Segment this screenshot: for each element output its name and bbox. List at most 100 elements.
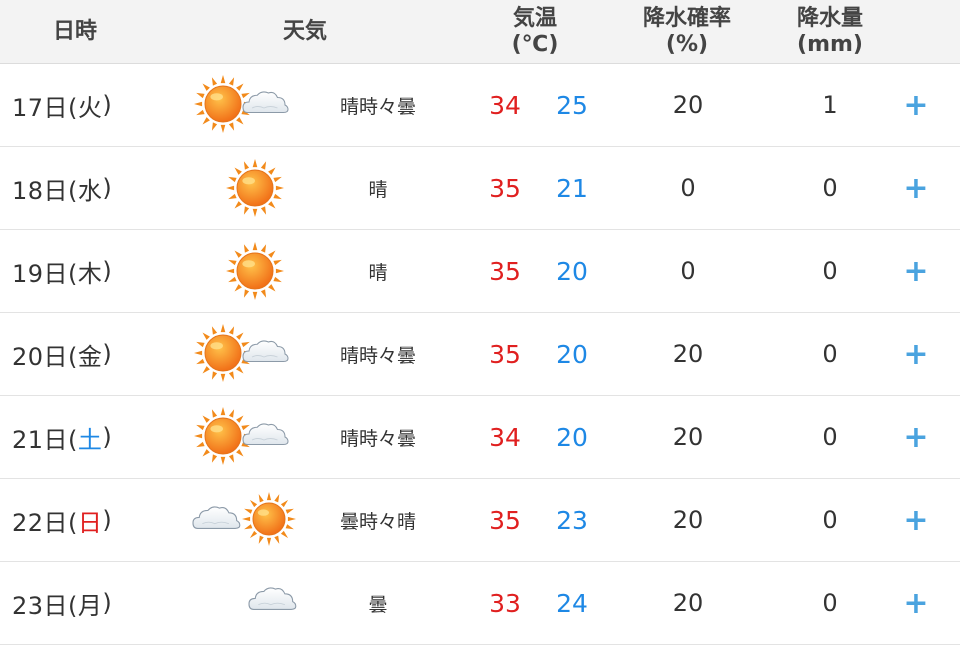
row-date: 19日(木): [12, 230, 112, 312]
max-temp: 34: [489, 90, 521, 120]
date-weekday: 金: [77, 342, 103, 371]
temperature: 35 20: [470, 230, 620, 312]
precip-probability: 20: [672, 589, 704, 617]
min-temp: 20: [556, 339, 588, 369]
weather-text: 晴時々曇: [339, 427, 416, 450]
max-temp: 35: [489, 339, 521, 369]
max-temp: 35: [489, 256, 521, 286]
temperature: 35 20: [470, 313, 620, 395]
header-date: 日時: [20, 0, 130, 63]
weather-text: 曇時々晴: [339, 510, 416, 533]
expand-plus-icon[interactable]: +: [896, 64, 936, 146]
header-temperature: 気温 (℃): [470, 0, 600, 63]
expand-plus-icon[interactable]: +: [896, 396, 936, 478]
min-temp: 20: [556, 422, 588, 452]
table-row[interactable]: 21日(土) 晴時々曇 34 20 20 0 +: [0, 396, 960, 479]
table-row[interactable]: 22日(日) 曇時々晴 35 23 20 0 +: [0, 479, 960, 562]
table-row[interactable]: 23日(月) 曇 33 24 20 0 +: [0, 562, 960, 645]
weather-text: 晴時々曇: [339, 95, 416, 118]
date-day: 18日(: [12, 176, 78, 205]
weather-text: 晴: [368, 261, 388, 284]
temperature: 35 23: [470, 479, 620, 561]
max-temp: 34: [489, 422, 521, 452]
precip-amount: 0: [822, 174, 838, 202]
precip-probability: 20: [672, 423, 704, 451]
date-close: ): [102, 174, 113, 202]
sun-icon: [185, 230, 325, 312]
precip-amount: 0: [822, 506, 838, 534]
header-amount-label: 降水量: [796, 5, 863, 31]
max-temp: 33: [489, 588, 521, 618]
temperature: 34 20: [470, 396, 620, 478]
expand-plus-icon[interactable]: +: [896, 230, 936, 312]
sun-cloud-icon: [185, 396, 325, 478]
precip-amount: 0: [822, 423, 838, 451]
precip-probability: 0: [680, 257, 696, 285]
temperature: 35 21: [470, 147, 620, 229]
date-close: ): [102, 423, 113, 451]
precip-probability: 20: [672, 506, 704, 534]
header-temp-unit: (℃): [511, 31, 559, 57]
min-temp: 23: [556, 505, 588, 535]
expand-plus-icon[interactable]: +: [896, 562, 936, 644]
weather-text: 晴時々曇: [339, 344, 416, 367]
sun-cloud-icon: [185, 64, 325, 146]
date-day: 21日(: [12, 425, 78, 454]
min-temp: 21: [556, 173, 588, 203]
date-day: 19日(: [12, 259, 78, 288]
table-row[interactable]: 18日(水) 晴 35 21 0 0 +: [0, 147, 960, 230]
date-close: ): [102, 340, 113, 368]
header-weather: 天気: [240, 0, 370, 63]
header-precip-prob: 降水確率 (%): [612, 0, 762, 63]
date-close: ): [102, 589, 113, 617]
precip-amount: 0: [822, 257, 838, 285]
header-amount-unit: (mm): [797, 31, 863, 57]
precip-amount: 0: [822, 589, 838, 617]
header-weather-label: 天気: [282, 18, 327, 44]
date-weekday: 火: [77, 93, 103, 122]
date-weekday: 土: [77, 425, 103, 454]
date-day: 22日(: [12, 508, 78, 537]
expand-plus-icon[interactable]: +: [896, 479, 936, 561]
date-weekday: 月: [77, 591, 103, 620]
precip-amount: 1: [822, 91, 838, 119]
table-row[interactable]: 19日(木) 晴 35 20 0 0 +: [0, 230, 960, 313]
max-temp: 35: [489, 505, 521, 535]
row-date: 21日(土): [12, 396, 112, 478]
date-day: 20日(: [12, 342, 78, 371]
temperature: 33 24: [470, 562, 620, 644]
sun-cloud-icon: [185, 313, 325, 395]
date-close: ): [102, 257, 113, 285]
min-temp: 24: [556, 588, 588, 618]
weather-text: 曇: [368, 593, 388, 616]
header-prob-label: 降水確率: [642, 5, 731, 31]
date-day: 23日(: [12, 591, 78, 620]
cloud-icon: [185, 562, 325, 644]
precip-amount: 0: [822, 340, 838, 368]
table-row[interactable]: 20日(金) 晴時々曇 35 20 20 0 +: [0, 313, 960, 396]
date-weekday: 日: [77, 508, 103, 537]
date-close: ): [102, 506, 113, 534]
row-date: 23日(月): [12, 562, 112, 644]
row-date: 22日(日): [12, 479, 112, 561]
row-date: 18日(水): [12, 147, 112, 229]
min-temp: 20: [556, 256, 588, 286]
date-day: 17日(: [12, 93, 78, 122]
table-row[interactable]: 17日(火) 晴時々曇 34 25 20 1 +: [0, 64, 960, 147]
date-weekday: 水: [77, 176, 103, 205]
row-date: 20日(金): [12, 313, 112, 395]
precip-probability: 0: [680, 174, 696, 202]
expand-plus-icon[interactable]: +: [896, 313, 936, 395]
expand-plus-icon[interactable]: +: [896, 147, 936, 229]
weather-text: 晴: [368, 178, 388, 201]
precip-probability: 20: [672, 91, 704, 119]
max-temp: 35: [489, 173, 521, 203]
temperature: 34 25: [470, 64, 620, 146]
cloud-sun-icon: [185, 479, 325, 561]
min-temp: 25: [556, 90, 588, 120]
header-precip-amount: 降水量 (mm): [770, 0, 890, 63]
header-date-label: 日時: [52, 18, 97, 44]
header-temp-label: 気温: [512, 5, 557, 31]
sun-icon: [185, 147, 325, 229]
date-close: ): [102, 91, 113, 119]
